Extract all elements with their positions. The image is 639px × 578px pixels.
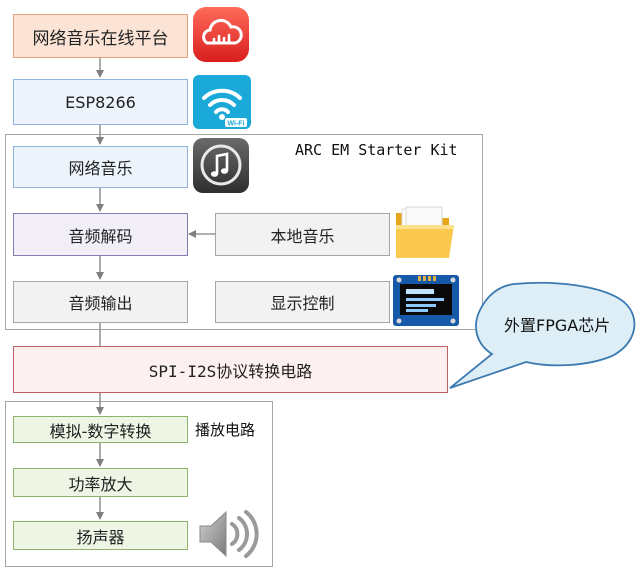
display-control-box: 显示控制 <box>215 281 390 323</box>
itunes-note-icon <box>193 138 249 193</box>
local-music-box: 本地音乐 <box>215 213 390 256</box>
fpga-callout-text: 外置FPGA芯片 <box>504 316 611 335</box>
power-amp-box: 功率放大 <box>13 468 188 497</box>
esp8266-box: ESP8266 <box>13 79 188 125</box>
spi-i2s-box: SPI-I2S协议转换电路 <box>13 346 448 393</box>
wifi-icon: Wi-Fi <box>193 75 251 129</box>
net-music-box: 网络音乐 <box>13 146 188 188</box>
audio-decode-box: 音频解码 <box>13 213 188 256</box>
adc-box: 模拟-数字转换 <box>13 416 188 443</box>
cloud-music-icon <box>193 7 249 62</box>
folder-icon <box>396 206 454 258</box>
svg-text:Wi-Fi: Wi-Fi <box>227 121 244 128</box>
fpga-callout <box>449 281 636 389</box>
speaker-icon <box>199 510 259 558</box>
audio-output-box: 音频输出 <box>13 281 188 323</box>
speaker-box: 扬声器 <box>13 521 188 550</box>
oled-display-icon <box>393 275 459 326</box>
platform-box: 网络音乐在线平台 <box>13 14 188 58</box>
